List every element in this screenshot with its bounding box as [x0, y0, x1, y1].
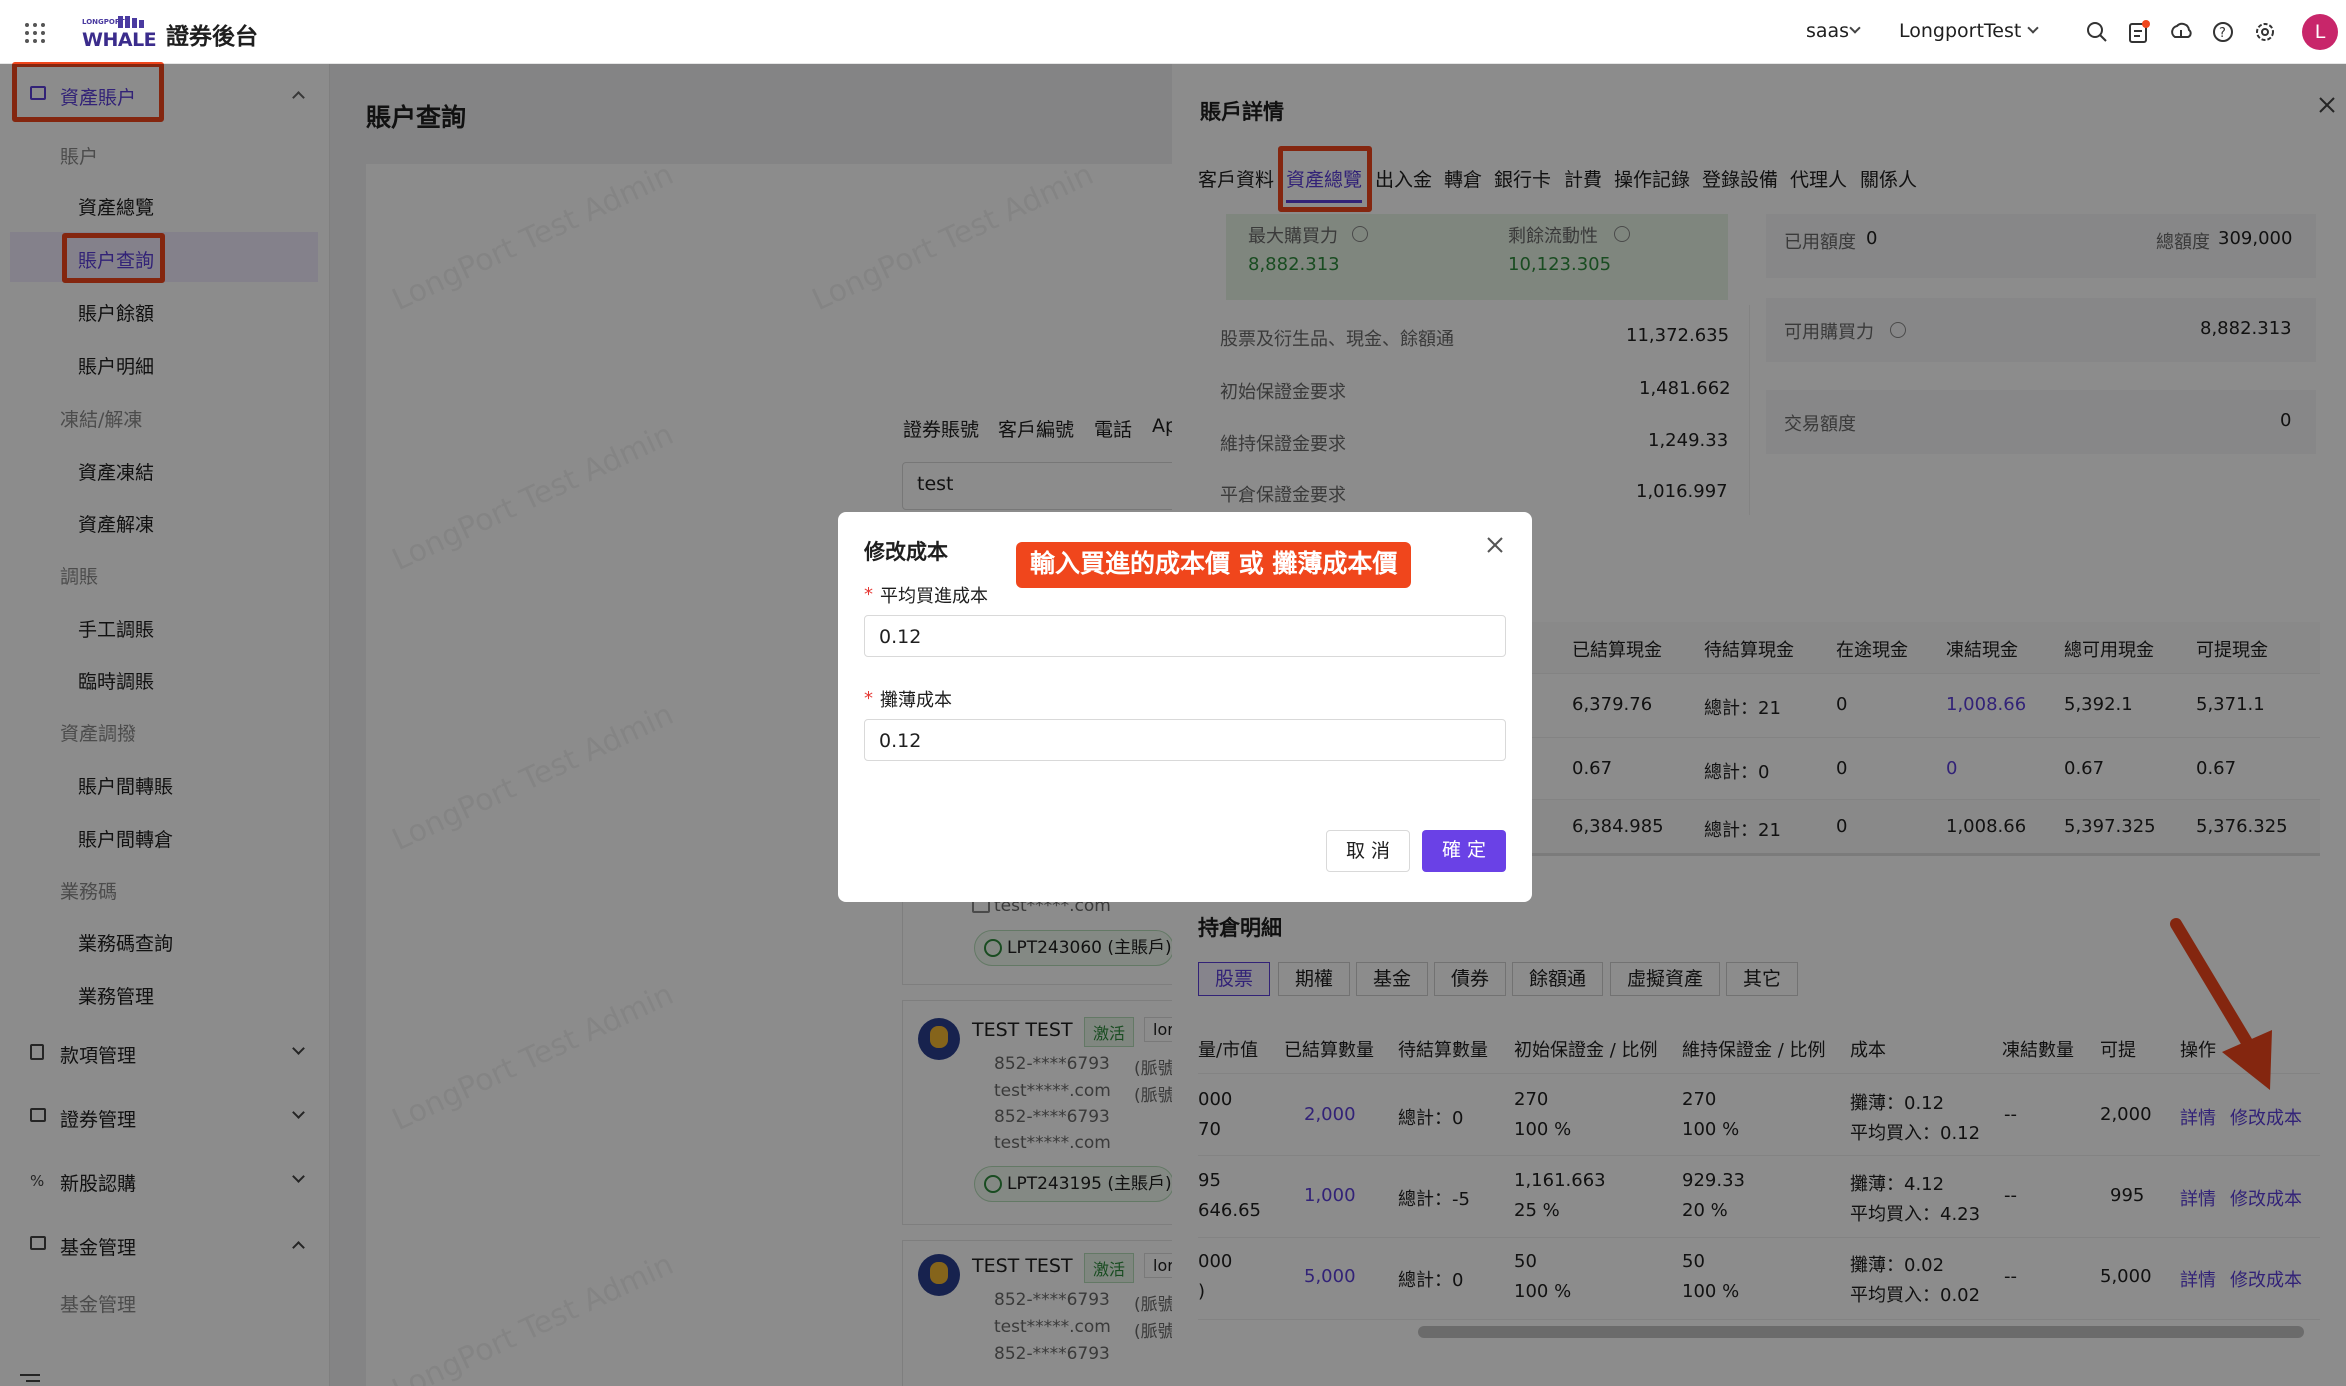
search-icon[interactable]: [2086, 21, 2108, 43]
top-bar: LONGPORT WHALE 證券後台 saas LongportTest ? …: [0, 0, 2346, 64]
settings-icon[interactable]: [2254, 21, 2276, 43]
tenant-chevron-icon: [1849, 22, 1861, 34]
confirm-button-label: 確 定: [1441, 839, 1487, 861]
brand-logo: LONGPORT WHALE: [82, 14, 157, 51]
confirm-button[interactable]: 確 定: [1422, 830, 1506, 872]
download-icon[interactable]: [2170, 21, 2192, 43]
cancel-button[interactable]: 取 消: [1326, 830, 1410, 872]
tenant-select[interactable]: saas: [1806, 20, 1849, 42]
required-mark: *: [864, 688, 873, 709]
brand-name: WHALE: [82, 29, 157, 51]
brand-small: LONGPORT: [82, 18, 125, 26]
modal-title: 修改成本: [864, 540, 948, 564]
svg-text:?: ?: [2219, 26, 2226, 41]
diluted-cost-label: 攤薄成本: [880, 690, 952, 711]
required-mark: *: [864, 584, 873, 605]
avg-cost-value: 0.12: [879, 626, 922, 648]
avatar-letter: L: [2314, 21, 2326, 43]
modal-close-icon[interactable]: [1486, 536, 1504, 554]
avatar[interactable]: L: [2302, 14, 2338, 50]
apps-grid-icon[interactable]: [24, 22, 46, 44]
diluted-cost-input[interactable]: 0.12: [864, 719, 1506, 761]
diluted-cost-value: 0.12: [879, 730, 922, 752]
org-select[interactable]: LongportTest: [1899, 20, 2021, 42]
modal-annotation-label: 輸入買進的成本價 或 攤薄成本價: [1016, 542, 1412, 588]
avg-cost-input[interactable]: 0.12: [864, 615, 1506, 657]
cancel-button-label: 取 消: [1345, 840, 1391, 862]
app-title: 證券後台: [166, 24, 258, 50]
task-icon[interactable]: [2128, 20, 2150, 44]
avg-cost-label: 平均買進成本: [880, 586, 988, 607]
org-chevron-icon: [2027, 22, 2039, 34]
edit-cost-modal: 修改成本 輸入買進的成本價 或 攤薄成本價 * 平均買進成本 0.12 * 攤薄…: [838, 512, 1532, 902]
help-icon[interactable]: ?: [2212, 21, 2234, 43]
